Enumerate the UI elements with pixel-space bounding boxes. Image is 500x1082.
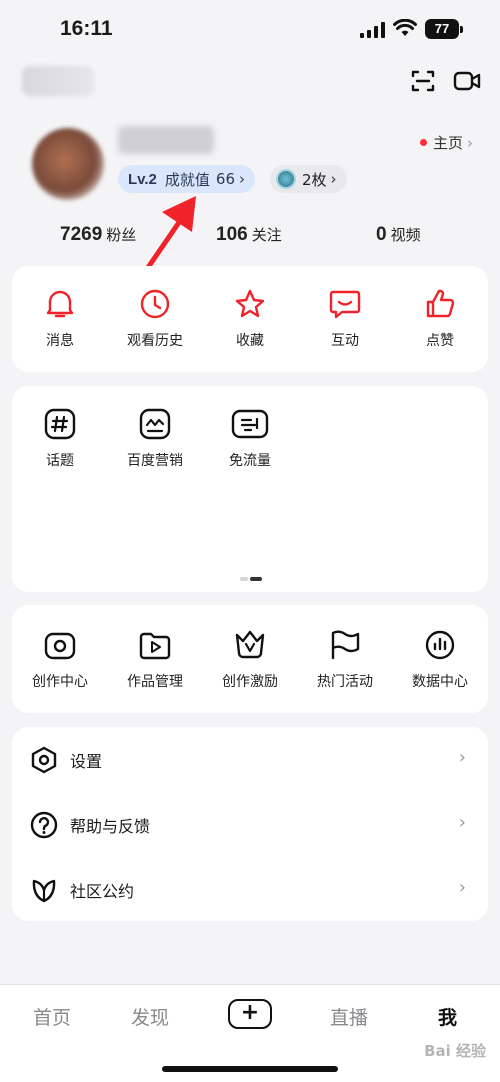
flag-icon <box>331 630 360 660</box>
service-marketing[interactable]: 百度营销 <box>107 408 203 470</box>
nav-discover[interactable]: 发现 <box>131 1003 169 1030</box>
bell-icon <box>46 290 74 318</box>
hot-activities[interactable]: 热门活动 <box>297 629 393 691</box>
stat-followers[interactable]: 7269 粉丝 <box>60 224 136 246</box>
quick-actions-card: 消息 观看历史 收藏 互动 点赞 <box>12 266 488 372</box>
service-topics[interactable]: 话题 <box>12 408 108 470</box>
notification-dot <box>420 139 427 146</box>
chevron-right-icon: › <box>458 812 466 833</box>
chevron-right-icon: › <box>458 747 466 768</box>
stat-label: 粉丝 <box>106 226 137 244</box>
clock-icon <box>140 289 170 319</box>
service-label: 百度营销 <box>127 453 183 469</box>
blurred-username-tag[interactable] <box>22 66 94 96</box>
page-indicator <box>240 577 262 581</box>
avatar[interactable] <box>32 128 104 200</box>
star-icon <box>235 289 265 318</box>
quick-action-label: 消息 <box>46 333 74 349</box>
settings-label: 设置 <box>70 752 103 771</box>
chat-icon <box>329 290 361 319</box>
camera-icon <box>44 632 76 660</box>
homepage-link[interactable]: 主页 › <box>420 132 473 153</box>
blurred-username <box>118 126 214 154</box>
badge-count: 2枚 <box>302 170 327 189</box>
battery-indicator: 77 <box>425 19 463 39</box>
chevron-right-icon: › <box>458 877 466 898</box>
stats-row: 7269 粉丝 106 关注 0 视频 <box>0 224 500 254</box>
level-label: Lv.2 <box>128 170 157 188</box>
nav-live[interactable]: 直播 <box>330 1003 368 1030</box>
help-icon <box>30 811 58 839</box>
chevron-right-icon: › <box>239 170 246 188</box>
quick-action-history[interactable]: 观看历史 <box>107 288 203 350</box>
settings-row[interactable]: 设置 › <box>12 727 488 791</box>
level-achievement-pill[interactable]: Lv.2 成就值 66 › <box>118 165 256 193</box>
stat-label: 视频 <box>390 226 421 244</box>
crown-icon <box>235 630 265 659</box>
service-label: 话题 <box>46 453 74 469</box>
page-dot <box>240 577 248 581</box>
quick-action-messages[interactable]: 消息 <box>12 288 108 350</box>
works-management[interactable]: 作品管理 <box>107 629 203 691</box>
settings-hex-icon <box>31 746 57 774</box>
stat-value: 106 <box>216 224 248 245</box>
creator-tool-label: 创作中心 <box>32 674 88 690</box>
chart-icon <box>425 630 455 660</box>
services-card: 话题 百度营销 免流量 <box>12 386 488 592</box>
creator-tool-label: 数据中心 <box>412 674 468 690</box>
medal-icon <box>276 169 296 189</box>
video-camera-icon[interactable] <box>453 69 481 93</box>
nav-me[interactable]: 我 <box>438 1003 457 1030</box>
help-feedback-label: 帮助与反馈 <box>70 817 151 836</box>
creator-tool-label: 作品管理 <box>127 674 183 690</box>
stat-label: 关注 <box>251 226 282 244</box>
achievement-label: 成就值 <box>164 170 210 189</box>
leaf-icon <box>32 879 56 903</box>
community-guidelines-label: 社区公约 <box>70 882 135 901</box>
quick-action-label: 观看历史 <box>127 333 183 349</box>
quick-action-label: 收藏 <box>236 333 264 349</box>
quick-action-likes[interactable]: 点赞 <box>392 288 488 350</box>
service-label: 免流量 <box>229 453 271 469</box>
status-time: 16:11 <box>60 17 113 40</box>
page-dot-active <box>250 577 262 581</box>
achievement-value: 66 <box>215 170 236 188</box>
stat-value: 7269 <box>60 224 103 245</box>
chevron-right-icon: › <box>467 133 474 152</box>
create-plus-button[interactable]: + <box>228 999 272 1029</box>
homepage-label: 主页 <box>433 134 464 152</box>
scan-icon[interactable] <box>411 69 435 93</box>
watermark: Bai 经验 <box>424 1042 486 1060</box>
badge-pill[interactable]: 2枚 › <box>270 165 347 193</box>
wifi-icon <box>393 19 417 36</box>
quick-action-interactions[interactable]: 互动 <box>297 288 393 350</box>
quick-action-label: 点赞 <box>426 333 454 349</box>
community-guidelines-row[interactable]: 社区公约 › <box>12 857 488 921</box>
quick-action-favorites[interactable]: 收藏 <box>202 288 298 350</box>
cellular-signal-icon <box>360 22 385 38</box>
data-center[interactable]: 数据中心 <box>392 629 488 691</box>
creator-tools-card: 创作中心 作品管理 创作激励 热门活动 数据中心 <box>12 605 488 713</box>
service-free-data[interactable]: 免流量 <box>202 408 298 470</box>
stat-following[interactable]: 106 关注 <box>216 224 282 246</box>
play-folder-icon <box>139 632 171 660</box>
marketing-icon <box>139 408 171 440</box>
creator-center[interactable]: 创作中心 <box>12 629 108 691</box>
hashtag-icon <box>44 408 76 440</box>
chevron-right-icon: › <box>330 170 337 188</box>
creator-tool-label: 创作激励 <box>222 674 278 690</box>
help-feedback-row[interactable]: 帮助与反馈 › <box>12 792 488 856</box>
status-bar: 16:11 77 <box>0 0 500 60</box>
thumbs-up-icon <box>426 289 455 318</box>
stat-value: 0 <box>376 224 387 245</box>
home-indicator[interactable] <box>162 1066 338 1072</box>
nav-home[interactable]: 首页 <box>33 1003 71 1030</box>
ticket-icon <box>231 409 269 439</box>
creator-tool-label: 热门活动 <box>317 674 373 690</box>
quick-action-label: 互动 <box>331 333 359 349</box>
creator-incentive[interactable]: 创作激励 <box>202 629 298 691</box>
stat-videos[interactable]: 0 视频 <box>376 224 421 246</box>
